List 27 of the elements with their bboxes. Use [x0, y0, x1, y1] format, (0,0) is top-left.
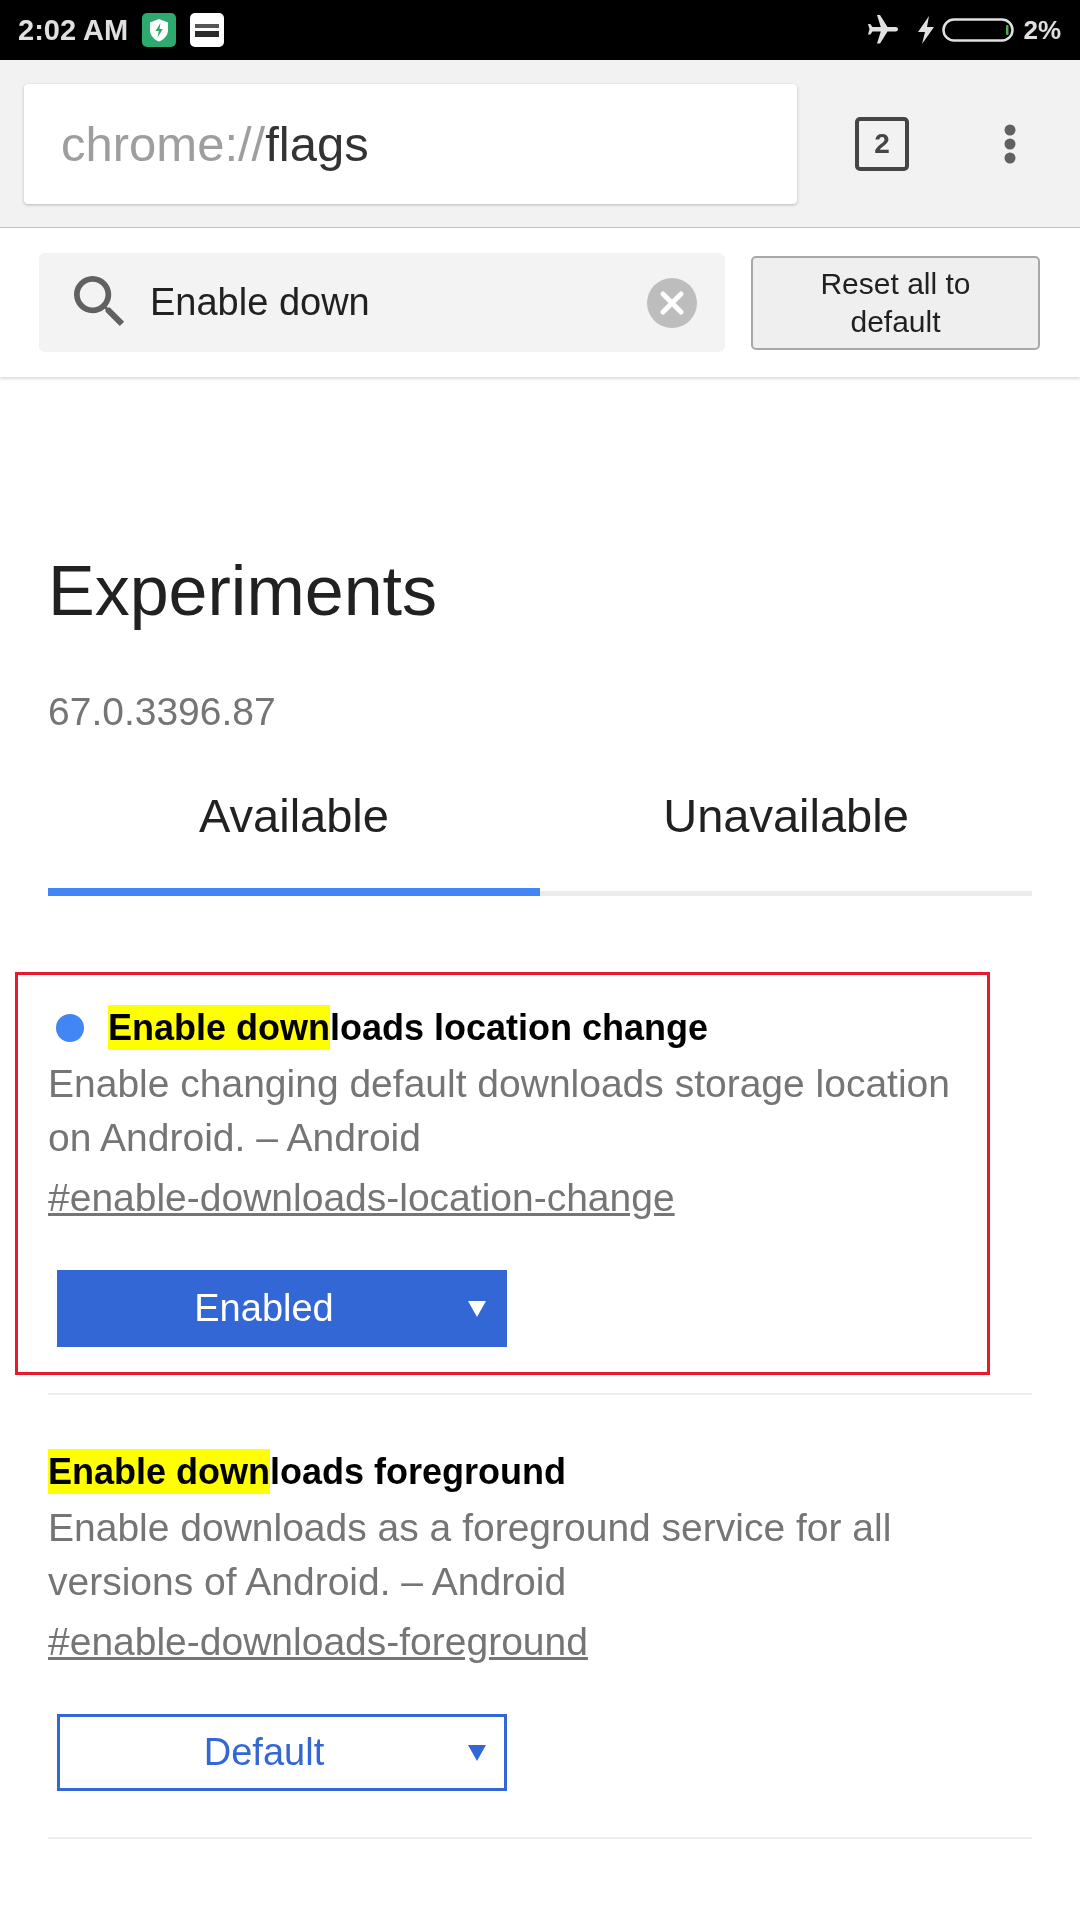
tab-switcher-button[interactable]: 2	[855, 116, 909, 171]
tab[interactable]: Unavailable	[540, 788, 1032, 896]
battery-percent: 2%	[1023, 14, 1061, 46]
lightning-icon	[917, 16, 936, 44]
flag-link[interactable]: #enable-downloads-location-change	[48, 1176, 675, 1219]
caret-icon	[468, 1300, 486, 1317]
battery-icon	[942, 18, 1015, 42]
state-dropdown[interactable]: Enabled	[57, 1270, 507, 1347]
caret-icon	[468, 1744, 486, 1761]
status-time: 2:02 AM	[18, 13, 129, 47]
app-tile-icon	[190, 13, 225, 47]
shield-bolt-icon	[142, 13, 177, 47]
airplane-icon	[868, 15, 899, 45]
state-dropdown[interactable]: Default	[57, 1714, 507, 1791]
version-text: 67.0.3396.87	[48, 689, 277, 735]
search-field[interactable]: Enable down	[39, 253, 725, 352]
flag-description: Enable downloads as a foreground service for all versions of Android. – Android	[48, 1505, 893, 1605]
search-icon	[74, 276, 127, 329]
address-field[interactable]: chrome://flags	[24, 83, 797, 204]
flag-link[interactable]: #enable-downloads-foreground	[48, 1620, 588, 1663]
menu-icon[interactable]	[1004, 123, 1016, 164]
flag-title: Enable downloads location change	[108, 1005, 709, 1050]
flag-title: Enable downloads foreground	[48, 1449, 566, 1494]
page-title: Experiments	[48, 551, 439, 631]
flag-description: Enable changing default downloads storage location on Android. – Android	[48, 1061, 951, 1161]
reset-button[interactable]: Reset all to default	[751, 255, 1040, 350]
tab[interactable]: Available	[48, 788, 540, 896]
